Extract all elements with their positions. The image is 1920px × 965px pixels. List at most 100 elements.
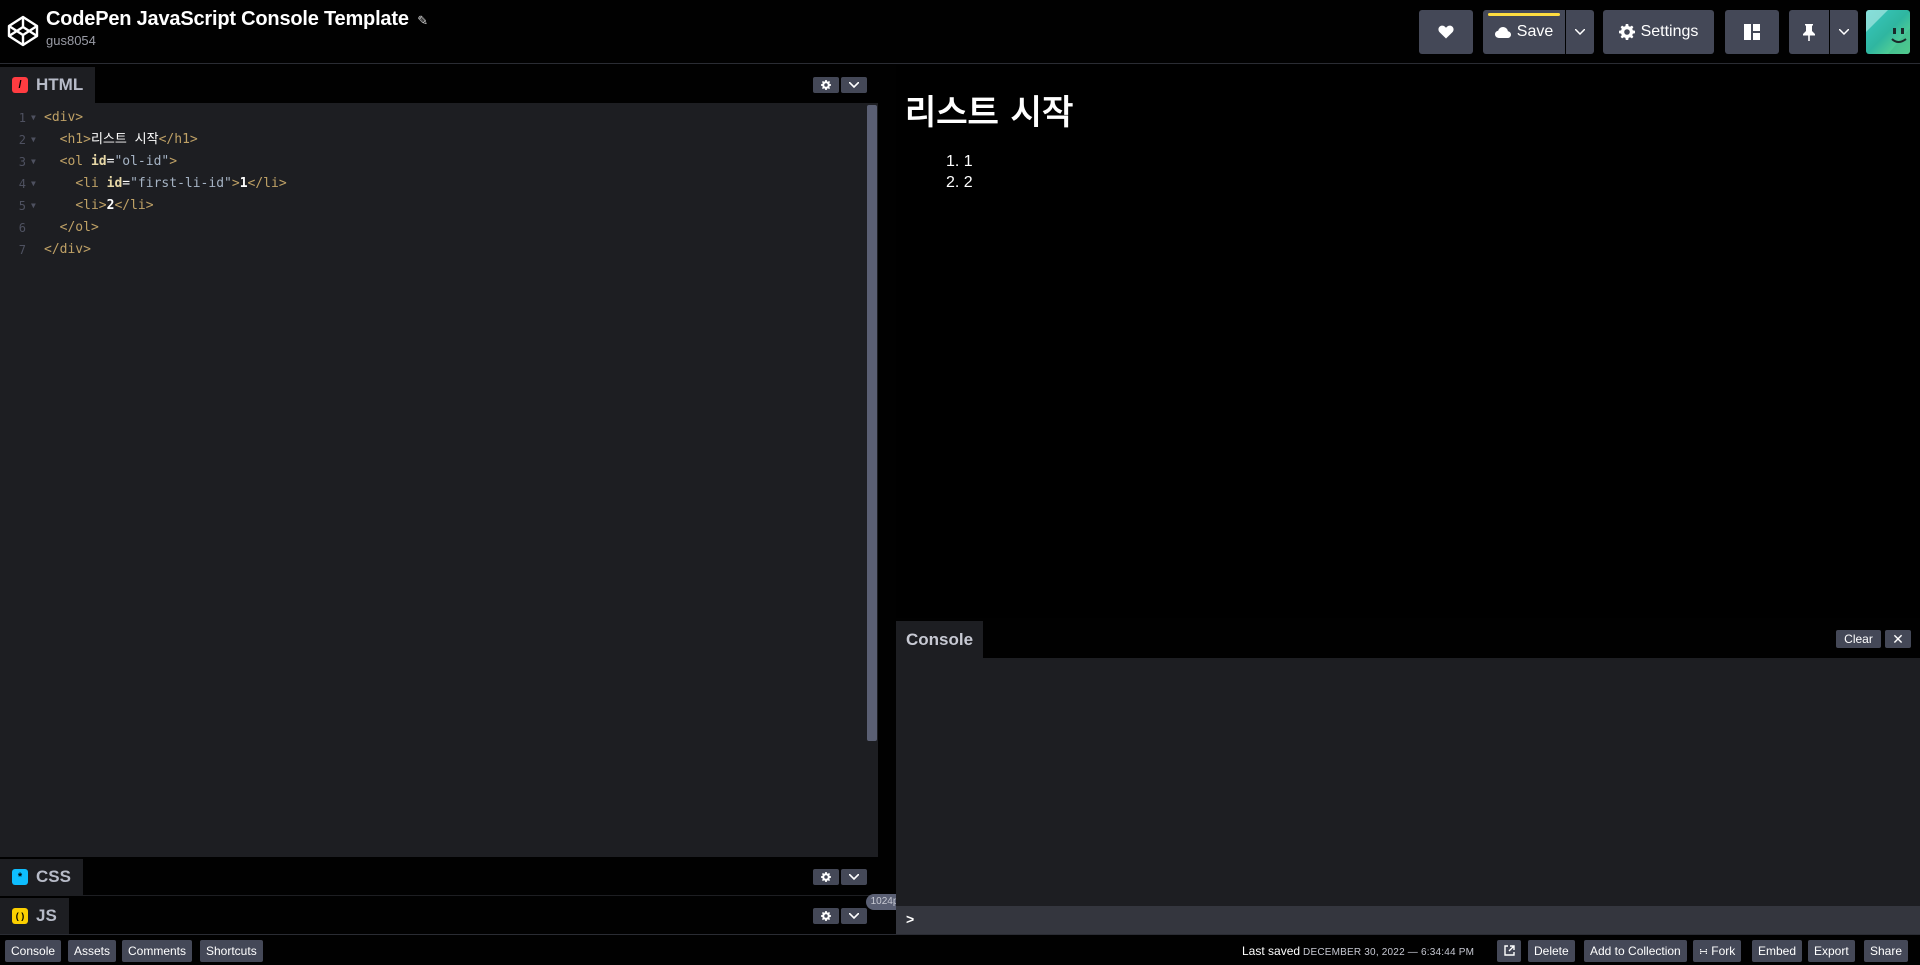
share-button[interactable]: Share <box>1864 940 1909 962</box>
gear-icon <box>821 872 831 882</box>
code-token: <ol <box>59 154 91 169</box>
html-collapse-button[interactable] <box>841 77 867 93</box>
editor-scrollbar-thumb[interactable] <box>867 105 877 741</box>
fork-label: Fork <box>1711 944 1736 958</box>
code-token: "ol-id" <box>114 154 170 169</box>
delete-button[interactable]: Delete <box>1528 940 1575 962</box>
code-text: <h1>리스트 시작</h1> <box>44 129 198 151</box>
preview-pane[interactable]: 리스트 시작 1. 1 2. 2 <box>896 65 1920 618</box>
code-token: <h1> <box>59 132 91 147</box>
fold-arrow-icon[interactable]: ▼ <box>31 195 36 217</box>
gear-icon <box>821 80 831 90</box>
embed-button[interactable]: Embed <box>1752 940 1803 962</box>
last-saved-status: Last saved DECEMBER 30, 2022 — 6:34:44 PM <box>1242 944 1474 958</box>
last-saved-label: Last saved <box>1242 944 1301 958</box>
comments-button[interactable]: Comments <box>122 940 193 962</box>
pin-options-dropdown[interactable] <box>1830 10 1858 54</box>
console-prompt: > <box>906 911 915 927</box>
code-token: </div> <box>44 242 91 257</box>
fold-arrow-icon[interactable]: ▼ <box>31 129 36 151</box>
pin-button[interactable] <box>1789 10 1829 54</box>
user-avatar[interactable] <box>1866 10 1910 54</box>
code-text: <div> <box>44 107 83 129</box>
chevron-down-icon <box>849 913 859 919</box>
code-line: 7 </div> <box>0 239 860 261</box>
code-token: <li> <box>75 198 107 213</box>
code-token: id <box>106 176 123 191</box>
fold-arrow-icon[interactable]: ▼ <box>31 151 36 173</box>
settings-button[interactable]: Settings <box>1603 10 1714 54</box>
js-editor-header: ( ) JS <box>0 896 880 934</box>
console-clear-button[interactable]: Clear <box>1836 630 1881 648</box>
tab-js-label: JS <box>36 906 57 925</box>
change-view-button[interactable] <box>1725 10 1779 54</box>
save-options-dropdown[interactable] <box>1566 10 1594 54</box>
line-number: 6 <box>18 221 26 235</box>
layout-icon <box>1744 24 1760 40</box>
js-badge-icon: ( ) <box>12 908 28 924</box>
fold-arrow-icon[interactable]: ▼ <box>31 107 36 129</box>
code-token: 1 <box>239 176 248 191</box>
css-collapse-button[interactable] <box>841 869 867 885</box>
chevron-down-icon <box>1575 29 1585 35</box>
tab-html[interactable]: / HTML <box>0 67 96 103</box>
code-line: 4 ▼ <li id="first-li-id">1</li> <box>0 173 860 195</box>
chevron-down-icon <box>849 82 859 88</box>
code-token: </li> <box>114 198 154 213</box>
pen-title[interactable]: CodePen JavaScript Console Template <box>46 8 409 30</box>
js-collapse-button[interactable] <box>841 908 867 924</box>
code-token: <li <box>75 176 107 191</box>
export-button[interactable]: Export <box>1808 940 1855 962</box>
code-token: id <box>90 154 107 169</box>
preview-ordered-list: 1. 1 2. 2 <box>946 151 973 193</box>
codepen-logo-icon[interactable] <box>6 14 40 48</box>
line-number: 2 <box>18 133 26 147</box>
console-panel: Console Clear ✕ > <box>896 618 1920 934</box>
code-text: <li id="first-li-id">1</li> <box>44 173 287 195</box>
line-number: 7 <box>18 243 26 257</box>
love-button[interactable] <box>1419 10 1473 54</box>
cloud-icon <box>1494 26 1511 38</box>
css-editor-header: * CSS <box>0 857 880 895</box>
html-editor-header: / HTML <box>0 65 880 103</box>
author-username[interactable]: gus8054 <box>46 33 428 48</box>
preview-list-item: 1. 1 <box>946 153 973 170</box>
editor-resize-handle[interactable] <box>878 65 896 934</box>
line-number: 5 <box>18 199 26 213</box>
line-number: 3 <box>18 155 26 169</box>
save-button[interactable]: Save <box>1483 10 1565 54</box>
shortcuts-button[interactable]: Shortcuts <box>200 940 263 962</box>
code-text: <li>2</li> <box>44 195 154 217</box>
code-line: 6 </ol> <box>0 217 860 239</box>
tab-js[interactable]: ( ) JS <box>0 898 69 934</box>
html-badge-icon: / <box>12 77 28 93</box>
js-settings-button[interactable] <box>813 908 839 924</box>
fold-arrow-icon[interactable]: ▼ <box>31 173 36 195</box>
console-close-button[interactable]: ✕ <box>1885 630 1911 648</box>
external-link-icon <box>1503 945 1515 956</box>
add-to-collection-button[interactable]: Add to Collection <box>1584 940 1687 962</box>
top-header: CodePen JavaScript Console Template ✎ gu… <box>0 0 1920 64</box>
console-input[interactable]: > <box>896 906 1920 934</box>
line-number: 1 <box>18 111 26 125</box>
open-external-button[interactable] <box>1497 940 1521 962</box>
html-code-editor[interactable]: 1 ▼ <div> 2 ▼ <h1>리스트 시작</h1> 3 ▼ <ol id… <box>0 103 880 857</box>
html-settings-button[interactable] <box>813 77 839 93</box>
tab-css[interactable]: * CSS <box>0 859 83 895</box>
css-badge-icon: * <box>12 869 28 885</box>
bottom-toolbar: Console Assets Comments Shortcuts Last s… <box>0 934 1920 965</box>
code-token: </li> <box>247 176 287 191</box>
code-token: > <box>231 176 240 191</box>
assets-button[interactable]: Assets <box>68 940 117 962</box>
css-settings-button[interactable] <box>813 869 839 885</box>
code-line: 2 ▼ <h1>리스트 시작</h1> <box>0 129 860 151</box>
tab-console[interactable]: Console <box>896 621 984 658</box>
edit-title-pencil-icon[interactable]: ✎ <box>417 13 428 29</box>
code-text: </div> <box>44 239 91 261</box>
code-token: <div> <box>44 110 84 125</box>
pin-icon <box>1803 23 1815 41</box>
avatar-face-icon <box>1866 10 1910 54</box>
fork-button[interactable]: ∺ Fork <box>1693 940 1742 962</box>
console-button[interactable]: Console <box>5 940 62 962</box>
code-token: </ol> <box>59 220 99 235</box>
